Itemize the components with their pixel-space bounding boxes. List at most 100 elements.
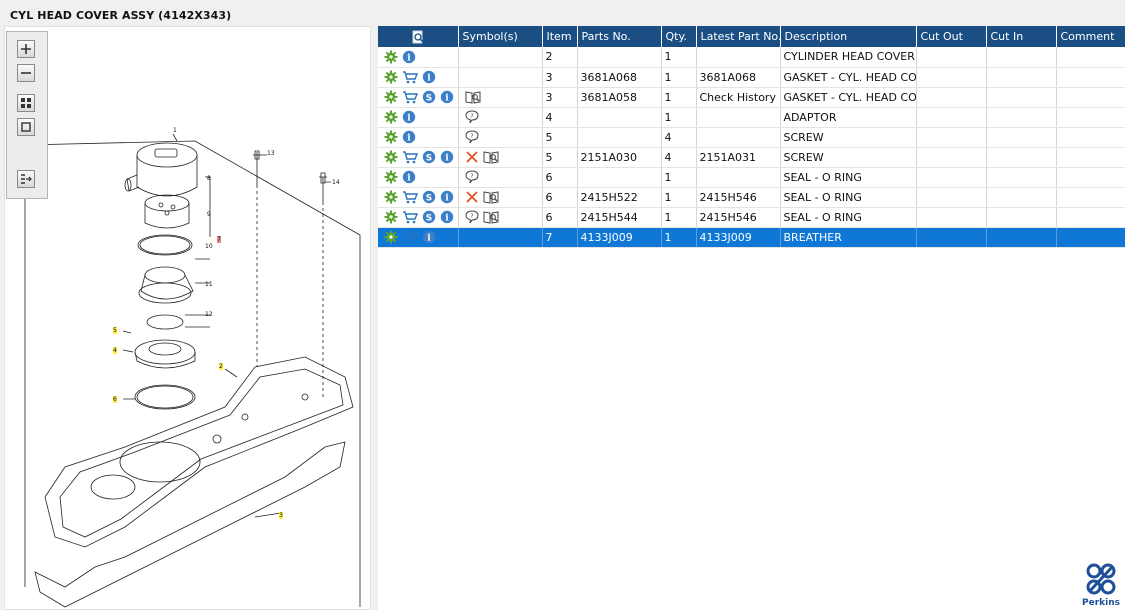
zoom-in-button[interactable]	[17, 40, 35, 58]
table-row[interactable]: i 7 4133J009 1 4133J009 BREATHER	[378, 227, 1125, 248]
callout-1[interactable]: 1	[173, 127, 177, 134]
callout-6[interactable]: 6	[113, 396, 117, 403]
search-doc-icon[interactable]	[411, 30, 425, 44]
row-actions-cell: Si	[378, 187, 459, 208]
col-description[interactable]: Description	[780, 26, 917, 47]
gear-icon[interactable]	[384, 110, 398, 124]
supersession-icon[interactable]: S	[422, 190, 436, 204]
table-row[interactable]: Si 3 3681A058 1 Check History GASKET - CYL. H…	[378, 87, 1125, 108]
table-row[interactable]: Si? 6 2415H544 1 2415H546 SEAL - O RING	[378, 207, 1125, 228]
info-icon[interactable]: i	[402, 110, 416, 124]
gear-icon[interactable]	[384, 230, 398, 244]
callout-14[interactable]: 14	[332, 179, 340, 186]
col-qty[interactable]: Qty.	[661, 26, 697, 47]
parts-no-cell	[577, 47, 662, 68]
book-search-icon[interactable]	[483, 210, 499, 224]
zoom-out-button[interactable]	[17, 64, 35, 82]
parts-table: Symbol(s) Item Parts No. Qty. Latest Par…	[378, 26, 1125, 248]
note-bubble-icon[interactable]: ?	[464, 210, 479, 224]
supersession-icon[interactable]: S	[422, 150, 436, 164]
info-icon[interactable]: i	[402, 50, 416, 64]
cross-icon	[465, 150, 479, 164]
book-search-icon[interactable]	[483, 150, 499, 164]
info-icon[interactable]: i	[422, 230, 436, 244]
col-item[interactable]: Item	[542, 26, 578, 47]
table-row[interactable]: i? 5 4 SCREW	[378, 127, 1125, 148]
info-icon[interactable]: i	[440, 190, 454, 204]
col-symbols[interactable]: Symbol(s)	[458, 26, 543, 47]
col-cut-out[interactable]: Cut Out	[916, 26, 987, 47]
book-search-icon[interactable]	[483, 190, 499, 204]
callout-2[interactable]: 2	[219, 363, 223, 370]
callout-13[interactable]: 13	[267, 150, 275, 157]
svg-text:S: S	[426, 213, 432, 223]
callout-3[interactable]: 3	[279, 512, 283, 519]
exploded-diagram[interactable]	[5, 27, 370, 609]
actual-size-button[interactable]	[17, 118, 35, 136]
cart-icon[interactable]	[402, 230, 418, 244]
gear-icon[interactable]	[384, 190, 398, 204]
callout-8[interactable]: 8	[207, 175, 211, 182]
callout-5[interactable]: 5	[113, 327, 117, 334]
callout-10[interactable]: 10	[205, 243, 213, 250]
gear-icon[interactable]	[384, 70, 398, 84]
col-actions[interactable]	[378, 26, 459, 47]
info-icon[interactable]: i	[440, 150, 454, 164]
table-row[interactable]: i? 6 1 SEAL - O RING	[378, 167, 1125, 188]
parts-no-cell: 2151A030	[577, 147, 662, 168]
cart-icon[interactable]	[402, 210, 418, 224]
fit-button[interactable]	[17, 94, 35, 112]
qty-cell: 1	[661, 107, 697, 128]
note-bubble-icon[interactable]: ?	[464, 110, 479, 124]
book-search-icon[interactable]	[465, 90, 481, 104]
note-bubble-icon[interactable]: ?	[464, 170, 479, 184]
description-cell: SEAL - O RING	[780, 167, 917, 188]
table-row[interactable]: Si 5 2151A030 4 2151A031 SCREW	[378, 147, 1125, 168]
table-row[interactable]: i 3 3681A068 1 3681A068 GASKET - CYL. HEAD CO…	[378, 67, 1125, 88]
cart-icon[interactable]	[402, 190, 418, 204]
toggle-list-button[interactable]	[17, 170, 35, 188]
supersession-icon[interactable]: S	[422, 90, 436, 104]
gear-icon[interactable]	[384, 50, 398, 64]
table-row[interactable]: i? 4 1 ADAPTOR	[378, 107, 1125, 128]
supersession-icon[interactable]: S	[422, 210, 436, 224]
gear-icon[interactable]	[384, 170, 398, 184]
cart-icon[interactable]	[402, 70, 418, 84]
callout-12[interactable]: 12	[205, 311, 213, 318]
info-icon[interactable]: i	[402, 130, 416, 144]
col-comment[interactable]: Comment	[1056, 26, 1125, 47]
cut-in-cell	[986, 87, 1057, 108]
svg-text:?: ?	[470, 113, 473, 120]
gear-icon[interactable]	[384, 210, 398, 224]
note-bubble-icon[interactable]: ?	[464, 130, 479, 144]
cut-in-cell	[986, 67, 1057, 88]
brand-logo: Perkins	[1081, 562, 1121, 608]
table-row[interactable]: Si 6 2415H522 1 2415H546 SEAL - O RING	[378, 187, 1125, 208]
parts-table-body: i 2 1 CYLINDER HEAD COVER i 3 3681A068 1 3681A06…	[378, 47, 1125, 248]
callout-4[interactable]: 4	[113, 347, 117, 354]
col-parts-no[interactable]: Parts No.	[577, 26, 662, 47]
cut-in-cell	[986, 167, 1057, 188]
info-icon[interactable]: i	[422, 70, 436, 84]
table-row[interactable]: i 2 1 CYLINDER HEAD COVER	[378, 47, 1125, 68]
item-cell: 5	[542, 127, 578, 148]
callout-9[interactable]: 9	[207, 211, 211, 218]
cart-icon[interactable]	[402, 90, 418, 104]
svg-text:i: i	[427, 234, 431, 244]
cart-icon[interactable]	[402, 150, 418, 164]
diagram-pane[interactable]: 1 13 14 8 9 10 11 12 5 4 2 6 3 7	[4, 26, 371, 610]
info-icon[interactable]: i	[402, 170, 416, 184]
gear-icon[interactable]	[384, 130, 398, 144]
col-latest-part-no[interactable]: Latest Part No.	[696, 26, 781, 47]
info-icon[interactable]: i	[440, 210, 454, 224]
col-cut-in[interactable]: Cut In	[986, 26, 1057, 47]
callout-11[interactable]: 11	[205, 281, 213, 288]
callout-7[interactable]: 7	[217, 236, 221, 243]
info-icon[interactable]: i	[440, 90, 454, 104]
latest-part-no-cell: 2151A031	[696, 147, 781, 168]
gear-icon[interactable]	[384, 150, 398, 164]
gear-icon[interactable]	[384, 90, 398, 104]
cut-out-cell	[916, 207, 987, 228]
cut-out-cell	[916, 187, 987, 208]
description-cell: SCREW	[780, 147, 917, 168]
